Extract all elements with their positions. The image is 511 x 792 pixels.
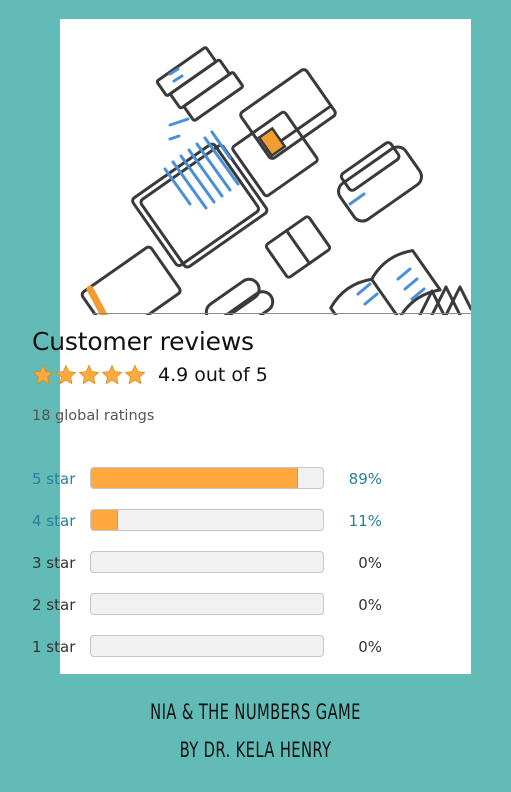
rating-row-5-star[interactable]: 5 star 89% <box>32 467 382 493</box>
rating-bar-fill <box>91 510 118 530</box>
customer-reviews-heading: Customer reviews <box>32 327 254 356</box>
book-title-caption: NIA & THE NUMBERS GAME <box>150 700 361 724</box>
rating-bar[interactable] <box>90 467 324 489</box>
rating-bar <box>90 635 324 657</box>
star-icon <box>78 364 100 385</box>
rating-row-label[interactable]: 5 star <box>32 470 75 488</box>
rating-row-percent[interactable]: 11% <box>332 512 382 530</box>
rating-row-label: 3 star <box>32 554 76 572</box>
divider <box>92 313 471 314</box>
rating-bar <box>90 551 324 573</box>
author-caption: BY DR. KELA HENRY <box>179 738 332 762</box>
rating-bar <box>90 593 324 615</box>
rating-row-label: 1 star <box>32 638 76 656</box>
star-icon <box>124 364 146 385</box>
rating-row-percent: 0% <box>358 554 382 572</box>
rating-bar-fill <box>91 468 299 488</box>
rating-row-percent[interactable]: 89% <box>332 470 382 488</box>
average-rating[interactable]: 4.9 out of 5 <box>32 363 268 387</box>
global-ratings-count: 18 global ratings <box>32 408 155 424</box>
rating-row-2-star: 2 star 0% <box>32 593 382 619</box>
books-illustration <box>80 46 471 315</box>
rating-bar[interactable] <box>90 509 324 531</box>
rating-row-3-star: 3 star 0% <box>32 551 382 577</box>
rating-row-1-star: 1 star 0% <box>32 635 382 661</box>
star-rating <box>32 364 146 386</box>
star-icon <box>32 364 54 385</box>
average-rating-text: 4.9 out of 5 <box>158 364 268 386</box>
rating-row-label[interactable]: 4 star <box>32 512 75 530</box>
star-icon <box>55 364 77 385</box>
rating-row-4-star[interactable]: 4 star 11% <box>32 509 382 535</box>
rating-row-percent: 0% <box>358 638 382 656</box>
rating-row-percent: 0% <box>358 596 382 614</box>
rating-row-label: 2 star <box>32 596 76 614</box>
star-icon <box>101 364 123 385</box>
